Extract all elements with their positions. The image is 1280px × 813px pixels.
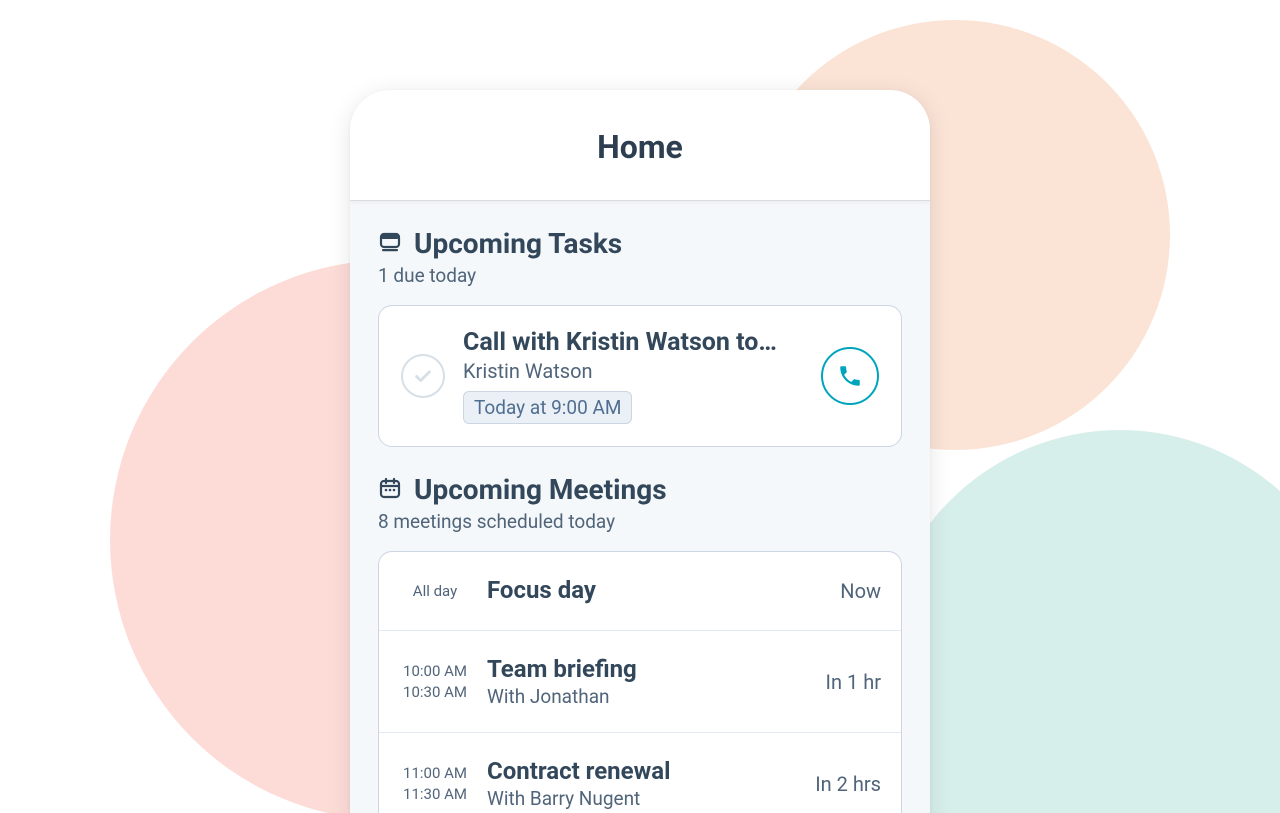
meeting-time-start: All day: [399, 581, 471, 601]
meeting-list: All day Focus day Now 10:00 AM 10:30 AM …: [378, 551, 902, 813]
meeting-title: Focus day: [487, 576, 824, 604]
meeting-relative-time: Now: [840, 579, 881, 603]
meeting-time: 10:00 AM 10:30 AM: [399, 661, 471, 702]
decorative-circle-mint: [880, 430, 1280, 813]
app-header: Home: [350, 90, 930, 201]
meeting-time: 11:00 AM 11:30 AM: [399, 763, 471, 804]
task-contact: Kristin Watson: [463, 359, 803, 383]
check-icon: [412, 365, 434, 387]
upcoming-tasks-section: Upcoming Tasks 1 due today Call with Kri…: [350, 201, 930, 447]
tasks-subtitle: 1 due today: [378, 264, 902, 287]
meeting-row[interactable]: All day Focus day Now: [379, 552, 901, 631]
phone-frame: Home Upcoming Tasks 1 due today Call wit…: [350, 90, 930, 813]
section-header-row: Upcoming Meetings: [378, 473, 902, 506]
meeting-with: With Barry Nugent: [487, 787, 799, 810]
meeting-time: All day: [399, 581, 471, 601]
section-header-row: Upcoming Tasks: [378, 227, 902, 260]
meeting-title: Contract renewal: [487, 757, 799, 785]
meeting-content: Contract renewal With Barry Nugent: [487, 757, 799, 810]
task-card[interactable]: Call with Kristin Watson to… Kristin Wat…: [378, 305, 902, 447]
task-title: Call with Kristin Watson to…: [463, 328, 803, 357]
meetings-title: Upcoming Meetings: [414, 473, 667, 506]
tasks-icon: [378, 230, 402, 258]
task-due-badge: Today at 9:00 AM: [463, 391, 632, 424]
call-button[interactable]: [821, 347, 879, 405]
meeting-relative-time: In 2 hrs: [815, 772, 881, 796]
meeting-title: Team briefing: [487, 655, 810, 683]
task-content: Call with Kristin Watson to… Kristin Wat…: [463, 328, 803, 424]
page-title: Home: [350, 128, 930, 166]
meeting-time-start: 11:00 AM: [399, 763, 471, 783]
meeting-row[interactable]: 11:00 AM 11:30 AM Contract renewal With …: [379, 733, 901, 813]
meeting-with: With Jonathan: [487, 685, 810, 708]
calendar-icon: [378, 476, 402, 504]
meeting-content: Team briefing With Jonathan: [487, 655, 810, 708]
meetings-subtitle: 8 meetings scheduled today: [378, 510, 902, 533]
tasks-title: Upcoming Tasks: [414, 227, 622, 260]
meeting-time-end: 10:30 AM: [399, 682, 471, 702]
task-complete-toggle[interactable]: [401, 354, 445, 398]
phone-icon: [837, 363, 863, 389]
meeting-time-start: 10:00 AM: [399, 661, 471, 681]
meeting-content: Focus day: [487, 576, 824, 606]
meeting-relative-time: In 1 hr: [826, 670, 881, 694]
upcoming-meetings-section: Upcoming Meetings 8 meetings scheduled t…: [350, 447, 930, 533]
meeting-row[interactable]: 10:00 AM 10:30 AM Team briefing With Jon…: [379, 631, 901, 733]
meeting-time-end: 11:30 AM: [399, 784, 471, 804]
